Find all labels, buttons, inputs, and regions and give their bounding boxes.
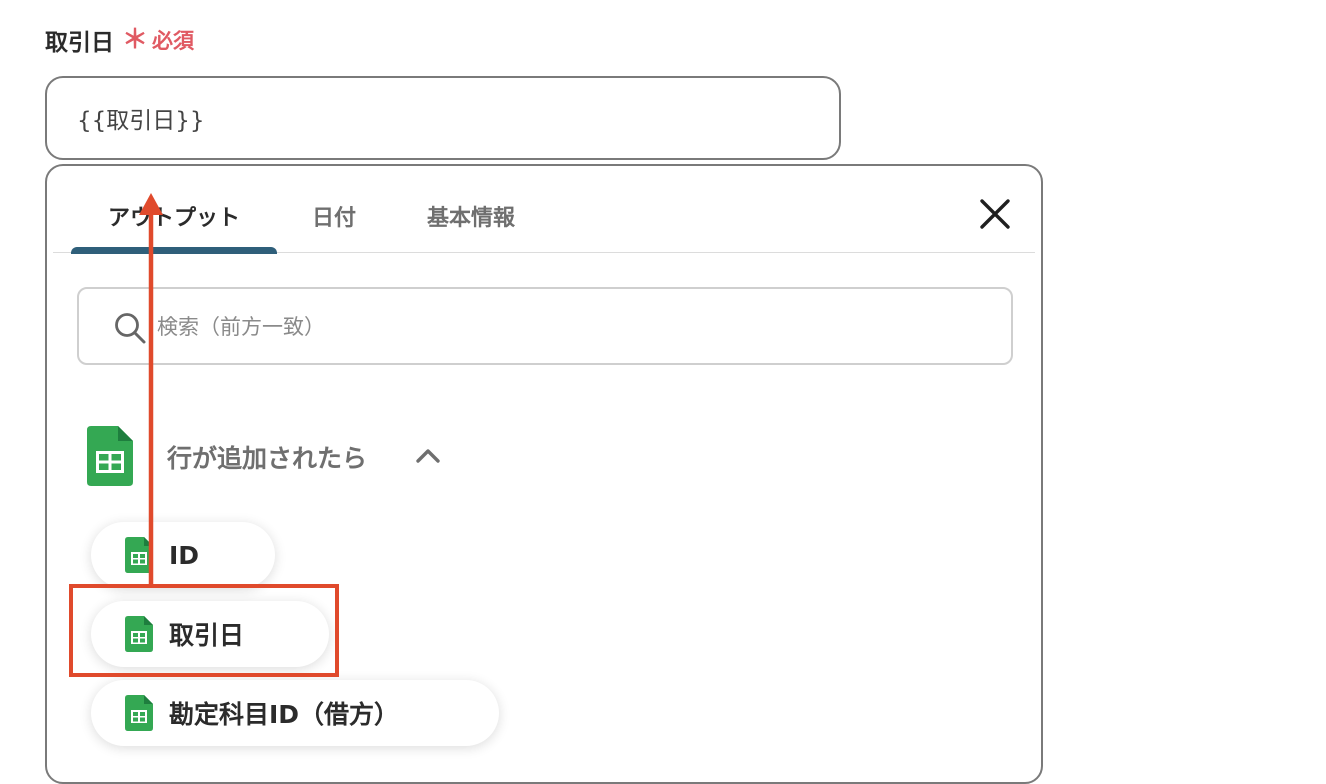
- field-label: 取引日: [45, 30, 114, 56]
- group-title: 行が追加されたら: [167, 444, 368, 473]
- search-input[interactable]: 検索（前方一致）: [77, 287, 1013, 365]
- output-item-id[interactable]: ID: [91, 522, 275, 588]
- variable-picker-panel: アウトプット 日付 基本情報 検索（前方一致） 行が追加されたら ID 取引日 …: [45, 164, 1043, 784]
- search-placeholder: 検索（前方一致）: [157, 315, 325, 339]
- tab-basic-info-label: 基本情報: [426, 206, 515, 231]
- required-star: ＊: [122, 25, 149, 55]
- group-header-row-added[interactable]: 行が追加されたら: [83, 426, 503, 488]
- tab-basic-info[interactable]: 基本情報: [411, 180, 531, 252]
- tab-date[interactable]: 日付: [301, 180, 367, 252]
- output-item-account-id-debit[interactable]: 勘定科目ID（借方）: [91, 680, 499, 746]
- output-item-label: 取引日: [169, 621, 245, 650]
- output-item-label: ID: [169, 540, 200, 570]
- tab-output-label: アウトプット: [107, 206, 240, 231]
- google-sheets-icon: [125, 695, 153, 731]
- input-value: {{取引日}}: [77, 108, 205, 134]
- chevron-up-icon[interactable]: [415, 446, 441, 466]
- tab-date-label: 日付: [311, 206, 356, 231]
- field-label-row: 取引日 ＊ 必須: [45, 22, 194, 58]
- google-sheets-icon: [87, 426, 133, 486]
- google-sheets-icon: [125, 537, 153, 573]
- google-sheets-icon: [125, 616, 153, 652]
- close-icon[interactable]: [977, 196, 1013, 232]
- tab-output[interactable]: アウトプット: [71, 180, 277, 254]
- required-text: 必須: [152, 29, 195, 53]
- search-icon: [115, 313, 146, 344]
- output-item-label: 勘定科目ID（借方）: [169, 700, 400, 729]
- picker-tabs: アウトプット 日付 基本情報: [53, 180, 1035, 254]
- transaction-date-input[interactable]: {{取引日}}: [45, 76, 841, 160]
- output-item-transaction-date[interactable]: 取引日: [91, 601, 329, 667]
- required-badge: ＊ 必須: [122, 25, 194, 55]
